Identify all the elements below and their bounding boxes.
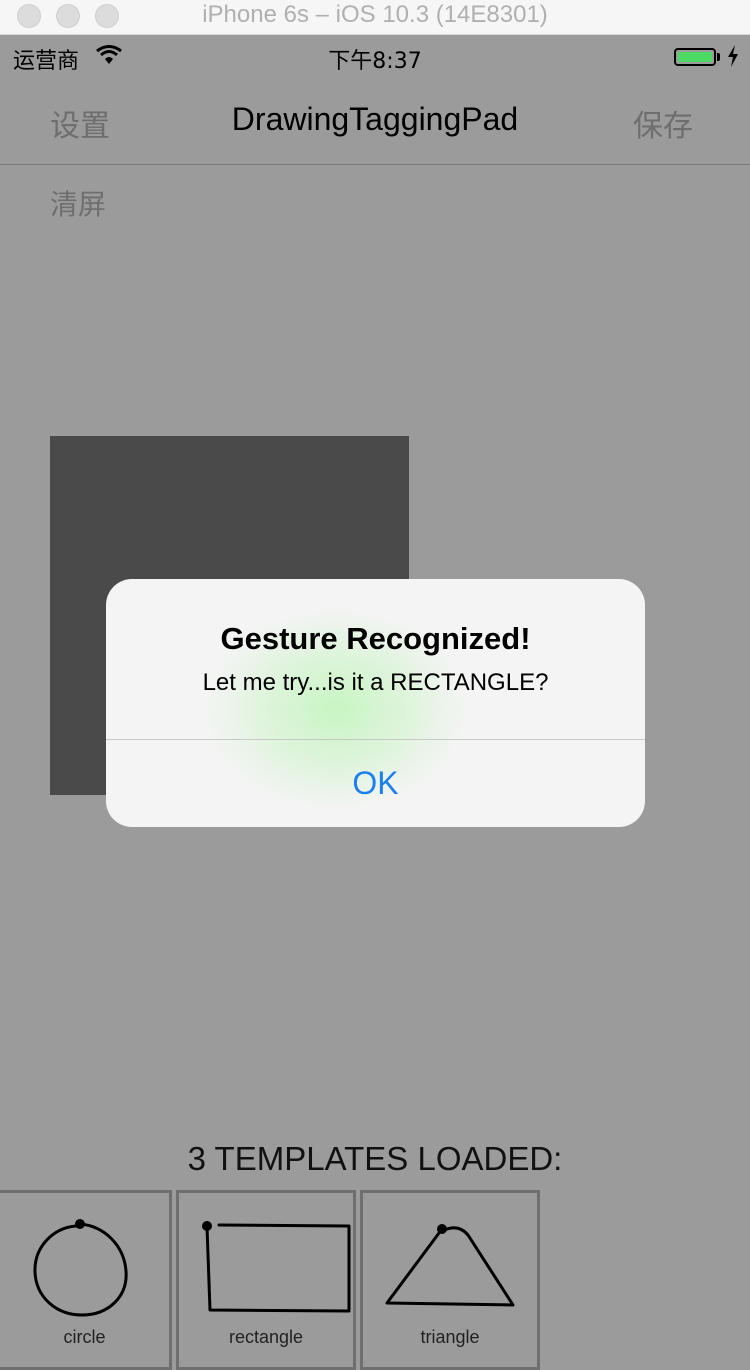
templates-heading: 3 TEMPLATES LOADED: [187, 1140, 563, 1177]
alert-message: Let me try...is it a RECTANGLE? [202, 669, 549, 696]
template-label: circle [63, 1327, 106, 1347]
clear-screen-button[interactable]: 清屏 [50, 183, 106, 223]
circle-gesture-icon [33, 1219, 128, 1317]
template-triangle[interactable]: triangle [360, 1190, 540, 1370]
charging-bolt-icon [727, 45, 739, 72]
alert-title: Gesture Recognized! [220, 621, 531, 656]
template-circle[interactable]: circle [0, 1190, 172, 1370]
status-bar: 运营商 下午8:37 [0, 35, 750, 77]
battery-tip [717, 53, 720, 61]
simulator-titlebar: iPhone 6s – iOS 10.3 (14E8301) [0, 0, 750, 35]
simulator-title: iPhone 6s – iOS 10.3 (14E8301) [202, 1, 548, 28]
alert-ok-button[interactable]: OK [106, 740, 645, 827]
gesture-alert-dialog: Gesture Recognized! Let me try...is it a… [106, 579, 645, 827]
triangle-gesture-icon [385, 1224, 515, 1307]
battery-icon [674, 48, 716, 66]
template-label: rectangle [228, 1327, 304, 1347]
status-time: 下午8:37 [328, 49, 422, 74]
navigation-bar: 设置 DrawingTaggingPad 保存 [0, 77, 750, 165]
save-button[interactable]: 保存 [633, 101, 693, 145]
template-rectangle[interactable]: rectangle [176, 1190, 356, 1370]
rectangle-gesture-icon [202, 1221, 351, 1313]
template-label: triangle [420, 1327, 480, 1347]
